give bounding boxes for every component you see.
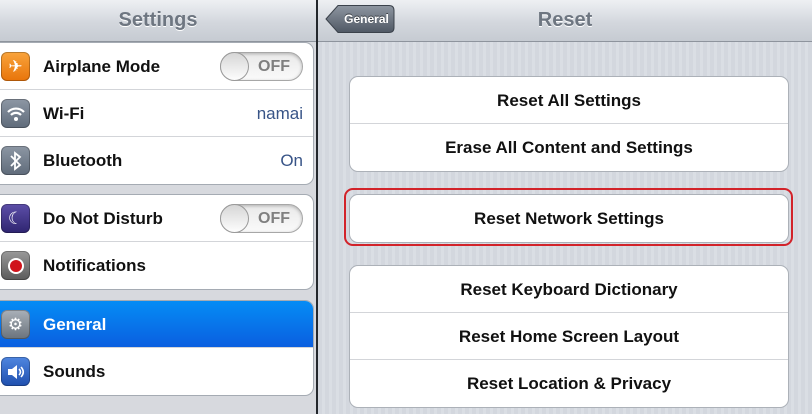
settings-group-general: ⚙ General Sounds (0, 300, 314, 396)
reset-group-other: Reset Keyboard Dictionary Reset Home Scr… (349, 265, 789, 408)
reset-group-all: Reset All Settings Erase All Content and… (349, 76, 789, 172)
settings-row-general[interactable]: ⚙ General (0, 301, 313, 348)
do-not-disturb-toggle[interactable]: OFF (220, 204, 303, 233)
sidebar-title: Settings (118, 9, 198, 31)
highlight-outline (344, 188, 793, 246)
wifi-icon (1, 99, 30, 128)
settings-row-wifi[interactable]: Wi-Fi namai (0, 90, 313, 137)
settings-row-notifications[interactable]: Notifications (0, 242, 313, 289)
reset-detail-pane: General Reset Reset All Settings Erase A… (318, 0, 812, 414)
detail-navbar: General Reset (318, 0, 812, 42)
reset-home-screen-layout-button[interactable]: Reset Home Screen Layout (350, 313, 788, 360)
bluetooth-status-value: On (280, 151, 303, 170)
notifications-icon (1, 251, 30, 280)
bluetooth-icon (1, 146, 30, 175)
row-label: Sounds (43, 362, 106, 381)
toggle-knob (220, 204, 249, 233)
settings-row-airplane-mode[interactable]: ✈ Airplane Mode OFF (0, 43, 313, 90)
row-label: Airplane Mode (43, 57, 161, 76)
settings-row-do-not-disturb[interactable]: ☾ Do Not Disturb OFF (0, 195, 313, 242)
detail-title: Reset (537, 9, 593, 31)
settings-sidebar: Settings ✈ Airplane Mode OFF Wi-Fi namai… (0, 0, 316, 414)
row-label: General (43, 315, 107, 334)
settings-group-notifications: ☾ Do Not Disturb OFF Notifications (0, 194, 314, 290)
sidebar-navbar: Settings (0, 0, 316, 42)
settings-group-connectivity: ✈ Airplane Mode OFF Wi-Fi namai Bluetoot… (0, 42, 314, 185)
speaker-icon (1, 357, 30, 386)
row-label: Wi-Fi (43, 104, 85, 123)
row-label: Do Not Disturb (43, 209, 163, 228)
settings-row-bluetooth[interactable]: Bluetooth On (0, 137, 313, 184)
toggle-state: OFF (258, 210, 290, 227)
wifi-network-value: namai (256, 104, 303, 123)
settings-row-sounds[interactable]: Sounds (0, 348, 313, 395)
reset-location-privacy-button[interactable]: Reset Location & Privacy (350, 360, 788, 407)
erase-all-content-button[interactable]: Erase All Content and Settings (350, 124, 788, 171)
airplane-icon: ✈ (1, 52, 30, 81)
row-label: Notifications (43, 256, 146, 275)
airplane-mode-toggle[interactable]: OFF (220, 52, 303, 81)
reset-all-settings-button[interactable]: Reset All Settings (350, 77, 788, 124)
gear-icon: ⚙ (1, 310, 30, 339)
row-label: Bluetooth (43, 151, 123, 170)
toggle-state: OFF (258, 58, 290, 75)
moon-icon: ☾ (1, 204, 30, 233)
toggle-knob (220, 52, 249, 81)
reset-keyboard-dictionary-button[interactable]: Reset Keyboard Dictionary (350, 266, 788, 313)
